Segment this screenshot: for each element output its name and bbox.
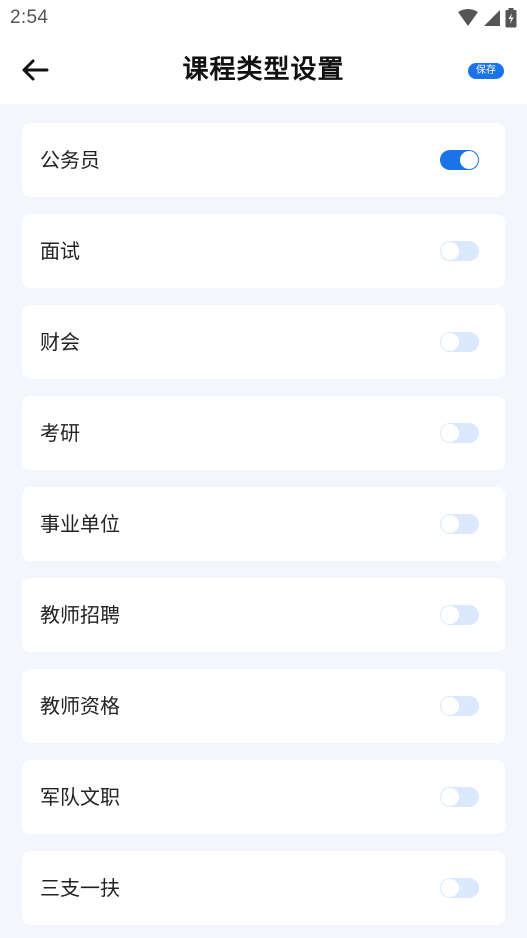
list-item: 军队文职 [22, 760, 505, 834]
item-label: 教师资格 [40, 694, 120, 718]
toggle-switch[interactable] [440, 150, 479, 170]
toggle-switch[interactable] [440, 332, 479, 352]
toggle-knob [441, 515, 459, 533]
item-label: 考研 [40, 421, 80, 445]
toggle-knob [441, 697, 459, 715]
wifi-icon [458, 9, 478, 26]
signal-icon [484, 10, 500, 26]
toggle-switch[interactable] [440, 423, 479, 443]
list-item: 公务员 [22, 123, 505, 197]
list-item: 三支一扶 [22, 851, 505, 925]
toggle-knob [441, 333, 459, 351]
list-item: 面试 [22, 214, 505, 288]
item-label: 财会 [40, 330, 80, 354]
status-time: 2:54 [10, 7, 49, 28]
status-bar: 2:54 [0, 0, 527, 36]
item-label: 军队文职 [40, 785, 120, 809]
toggle-knob [441, 788, 459, 806]
toggle-switch[interactable] [440, 878, 479, 898]
item-label: 事业单位 [40, 512, 120, 536]
toggle-knob [441, 424, 459, 442]
list-item: 考研 [22, 396, 505, 470]
list-item: 教师资格 [22, 669, 505, 743]
list-item: 事业单位 [22, 487, 505, 561]
toggle-knob [441, 242, 459, 260]
item-label: 三支一扶 [40, 876, 120, 900]
toggle-switch[interactable] [440, 605, 479, 625]
item-label: 公务员 [40, 148, 100, 172]
toggle-switch[interactable] [440, 241, 479, 261]
toggle-knob [460, 151, 478, 169]
battery-charging-icon [505, 8, 517, 28]
toggle-knob [441, 606, 459, 624]
app-bar: 课程类型设置 保存 [0, 36, 527, 104]
toggle-knob [441, 879, 459, 897]
toggle-switch[interactable] [440, 787, 479, 807]
toggle-switch[interactable] [440, 514, 479, 534]
toggle-switch[interactable] [440, 696, 479, 716]
list-item: 教师招聘 [22, 578, 505, 652]
save-button[interactable]: 保存 [468, 63, 504, 79]
list-item: 财会 [22, 305, 505, 379]
item-label: 面试 [40, 239, 80, 263]
status-icons [457, 8, 517, 28]
page-title: 课程类型设置 [182, 55, 345, 85]
item-label: 教师招聘 [40, 603, 120, 627]
